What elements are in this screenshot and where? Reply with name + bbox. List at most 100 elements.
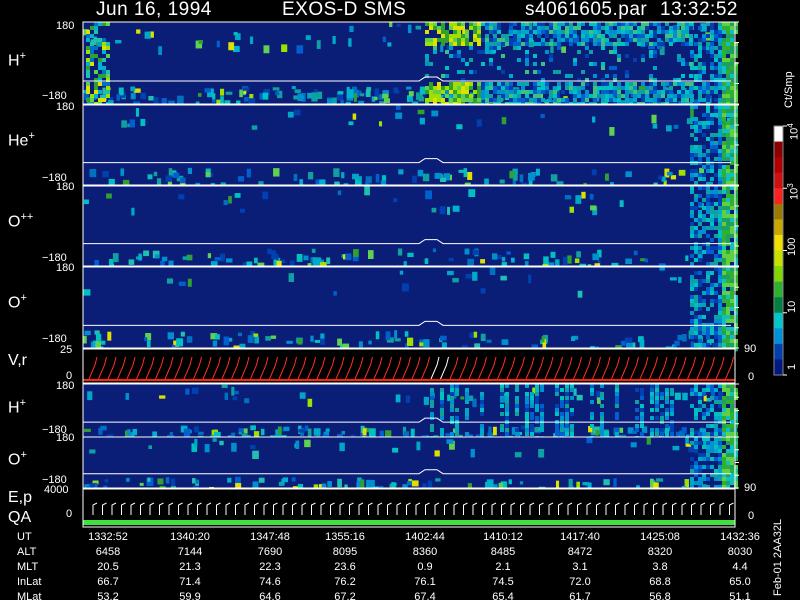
panel-label-ep: E,p [8, 489, 33, 506]
stats-cell: 56.8 [649, 591, 671, 600]
stats-cell: 7690 [257, 546, 283, 558]
colorbar-tick-1e4: 104 [786, 123, 800, 140]
stats-cell: 8360 [412, 546, 438, 558]
stats-cell: 1432:36 [720, 531, 760, 543]
stats-cell: 4.4 [732, 561, 748, 573]
stats-cell: 71.4 [179, 576, 201, 588]
colorbar-tick-10: 10 [786, 300, 798, 313]
stats-cell: 7144 [177, 546, 203, 558]
plot-footer: Feb-01 2AA32L [772, 518, 784, 596]
colorbar-tick-1e3: 103 [786, 183, 800, 200]
colorbar-swatch [774, 157, 783, 174]
colorbar-swatch [774, 328, 783, 345]
colorbar-swatch [774, 297, 783, 314]
stats-cell: 1332:52 [88, 531, 128, 543]
stats-cell: 1340:20 [170, 531, 210, 543]
panel-he-plus [83, 105, 735, 185]
colorbar-swatch [774, 126, 783, 143]
ytick-top: 180 [56, 181, 75, 193]
ytick-top: 180 [56, 432, 75, 444]
stats-cell: 53.2 [97, 591, 119, 600]
colorbar-swatch [774, 141, 783, 158]
stats-cell: 76.1 [414, 576, 436, 588]
stats-row-label: ALT [17, 546, 37, 558]
sms-survey-plot: Jun 16, 1994 EXOS-D SMS s4061605.par 13:… [0, 0, 800, 600]
panel-label-h-plus-2: H+ [8, 397, 26, 417]
stats-cell: 65.0 [729, 576, 751, 588]
colorbar-swatch [774, 250, 783, 267]
colorbar-swatch [774, 203, 783, 220]
ytick-right-top: 90 [744, 343, 757, 355]
ytick-top: 180 [56, 101, 75, 113]
colorbar-unit: Ct/Smp [783, 71, 795, 108]
stats-row-label: UT [17, 531, 32, 543]
panel-label-he-plus: He+ [8, 130, 35, 150]
panel-label-o-plus: O+ [8, 292, 27, 312]
stats-cell: 72.0 [569, 576, 591, 588]
colorbar-swatch [774, 234, 783, 251]
colorbar-swatch [774, 266, 783, 283]
colorbar-swatch [774, 219, 783, 236]
stats-cell: 59.9 [179, 591, 201, 600]
ytick-bot: 0 [66, 508, 73, 520]
stats-cell: 1417:40 [560, 531, 600, 543]
ytick-top: 4000 [44, 484, 69, 496]
stats-cell: 3.1 [572, 561, 588, 573]
stats-cell: 68.8 [649, 576, 671, 588]
stats-cell: 6458 [95, 546, 121, 558]
panel-vr [83, 349, 735, 383]
panel-label-qa: QA [8, 509, 32, 526]
colorbar-swatch [774, 281, 783, 298]
stats-cell: 8485 [490, 546, 516, 558]
stats-cell: 1402:44 [405, 531, 445, 543]
stats-cell: 1347:48 [250, 531, 290, 543]
stats-cell: 22.3 [259, 561, 281, 573]
panel-label-vr: V,r [8, 352, 27, 369]
ytick-right-bot: 0 [748, 510, 755, 522]
colorbar-tick-1: 1 [786, 363, 798, 370]
colorbar-swatch [774, 312, 783, 329]
stats-cell: 64.6 [259, 591, 281, 600]
colorbar-swatch [774, 359, 783, 376]
colorbar-swatch [774, 172, 783, 189]
stats-cell: 74.6 [259, 576, 281, 588]
ytick-top: 180 [56, 20, 75, 32]
stats-cell: 74.5 [492, 576, 514, 588]
ytick-top: 180 [56, 262, 75, 274]
ytick-right-top: 90 [744, 482, 757, 494]
stats-cell: 8320 [647, 546, 673, 558]
stats-cell: 21.3 [179, 561, 201, 573]
stats-cell: 20.5 [97, 561, 119, 573]
stats-cell: 1355:16 [325, 531, 365, 543]
stats-cell: 61.7 [569, 591, 591, 600]
stats-row-label: InLat [17, 576, 42, 588]
stats-cell: 8472 [567, 546, 593, 558]
stats-cell: 65.4 [492, 591, 514, 600]
panel-label-h-plus: H+ [8, 50, 26, 70]
ytick-top: 180 [56, 380, 75, 392]
stats-cell: 1410:12 [483, 531, 523, 543]
stats-cell: 8095 [332, 546, 358, 558]
stats-cell: 23.6 [334, 561, 356, 573]
stats-cell: 0.9 [417, 561, 433, 573]
panel-label-o-plus-2: O+ [8, 449, 27, 469]
stats-cell: 76.2 [334, 576, 356, 588]
stats-cell: 67.4 [414, 591, 436, 600]
stats-cell: 3.8 [652, 561, 668, 573]
stats-cell: 66.7 [97, 576, 119, 588]
stats-row-label: MLT [17, 561, 39, 573]
panel-label-o-plusplus: O++ [8, 211, 34, 231]
ytick-right-bot: 0 [748, 371, 755, 383]
colorbar-swatch [774, 188, 783, 205]
colorbar-swatch [774, 343, 783, 360]
stats-cell: 1425:08 [640, 531, 680, 543]
stats-cell: 8030 [727, 546, 753, 558]
stats-row-label: MLat [17, 591, 42, 600]
stats-cell: 2.1 [495, 561, 511, 573]
spectrogram-panels [82, 21, 787, 528]
ytick-top: 25 [60, 344, 73, 356]
stats-cell: 67.2 [334, 591, 356, 600]
qa-flag-bar [83, 520, 735, 525]
stats-cell: 51.1 [729, 591, 751, 600]
colorbar-tick-100: 100 [786, 237, 798, 256]
